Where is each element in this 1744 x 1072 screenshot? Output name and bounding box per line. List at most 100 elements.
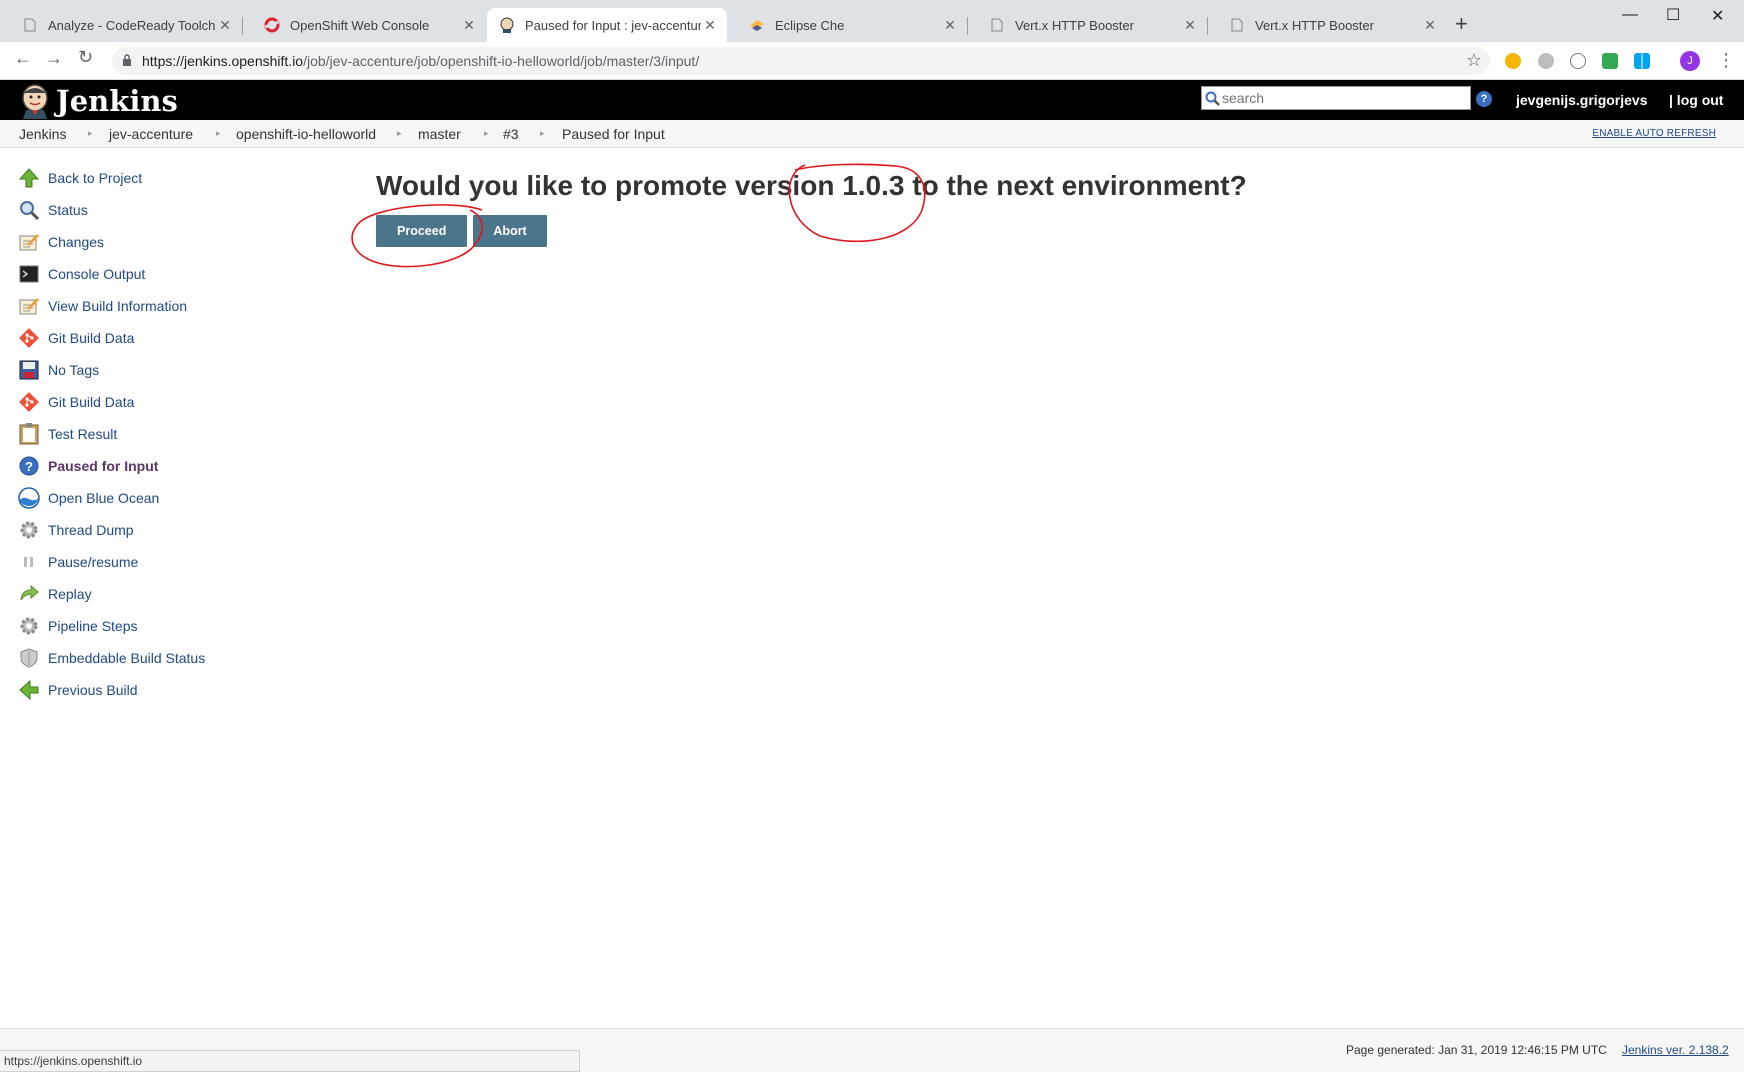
bookmark-star-icon[interactable]: ☆: [1466, 50, 1482, 71]
task-label: Git Build Data: [48, 330, 135, 346]
chevron-right-icon: ▸: [88, 128, 93, 138]
task-label: Pipeline Steps: [48, 618, 138, 634]
notepad-icon: [18, 231, 40, 253]
close-tab-icon[interactable]: ✕: [701, 17, 719, 34]
task-label: Paused for Input: [48, 458, 159, 474]
browser-tab[interactable]: Vert.x HTTP Booster ✕: [967, 8, 1208, 42]
task-git-build-data-2[interactable]: Git Build Data: [18, 386, 298, 418]
task-replay[interactable]: Replay: [18, 578, 298, 610]
extension-circle-icon[interactable]: [1538, 53, 1554, 69]
chevron-right-icon: ▸: [484, 128, 489, 138]
maximize-icon[interactable]: ☐: [1666, 5, 1680, 25]
task-label: Pause/resume: [48, 554, 139, 570]
replay-arrow-icon: [18, 583, 40, 605]
close-tab-icon[interactable]: ✕: [216, 17, 234, 34]
arrow-left-icon: [18, 679, 40, 701]
task-label: Previous Build: [48, 682, 138, 698]
task-view-build-information[interactable]: View Build Information: [18, 290, 298, 322]
extension-v-icon[interactable]: [1570, 53, 1586, 69]
tab-title: Eclipse Che: [775, 17, 845, 33]
breadcrumb-item-current[interactable]: Paused for Input: [562, 126, 665, 142]
new-tab-button[interactable]: +: [1455, 13, 1468, 35]
browser-tab[interactable]: Vert.x HTTP Booster ✕: [1207, 8, 1447, 42]
close-tab-icon[interactable]: ✕: [1421, 17, 1439, 34]
task-embeddable-build-status[interactable]: Embeddable Build Status: [18, 642, 298, 674]
link-status-bubble: https://jenkins.openshift.io: [0, 1050, 580, 1072]
task-previous-build[interactable]: Previous Build: [18, 674, 298, 706]
shield-icon: [18, 647, 40, 669]
close-tab-icon[interactable]: ✕: [941, 17, 959, 34]
task-changes[interactable]: Changes: [18, 226, 298, 258]
extension-lock-icon[interactable]: [1602, 53, 1618, 69]
breadcrumb-item[interactable]: jev-accenture: [109, 126, 193, 142]
breadcrumb-item[interactable]: master: [418, 126, 461, 142]
close-tab-icon[interactable]: ✕: [1181, 17, 1199, 34]
browser-tab[interactable]: Eclipse Che ✕: [727, 8, 968, 42]
task-git-build-data[interactable]: Git Build Data: [18, 322, 298, 354]
jenkins-logo-icon[interactable]: [18, 83, 52, 119]
document-icon: [1229, 17, 1245, 33]
reload-icon[interactable]: ↻: [78, 47, 93, 68]
magnifier-icon: [18, 199, 40, 221]
tab-title: Analyze - CodeReady Toolchain: [48, 17, 216, 33]
address-bar[interactable]: https://jenkins.openshift.io/job/jev-acc…: [112, 47, 1490, 75]
jenkins-header: Jenkins ? jevgenijs.grigorjevs | log out: [0, 80, 1744, 120]
task-pause-resume[interactable]: Pause/resume: [18, 546, 298, 578]
user-link[interactable]: jevgenijs.grigorjevs: [1516, 92, 1648, 108]
clipboard-icon: [18, 423, 40, 445]
browser-tab[interactable]: Analyze - CodeReady Toolchain ✕: [0, 8, 243, 42]
forward-arrow-icon[interactable]: →: [45, 48, 63, 69]
arrow-up-icon: [18, 167, 40, 189]
search-input[interactable]: [1222, 89, 1462, 107]
enable-auto-refresh-link[interactable]: ENABLE AUTO REFRESH: [1592, 128, 1716, 139]
abort-button[interactable]: Abort: [473, 215, 547, 247]
floppy-icon: [18, 359, 40, 381]
profile-avatar[interactable]: J: [1680, 51, 1700, 71]
task-label: Replay: [48, 586, 92, 602]
terminal-icon: [18, 263, 40, 285]
che-icon: [749, 17, 765, 33]
task-thread-dump[interactable]: Thread Dump: [18, 514, 298, 546]
browser-menu-icon[interactable]: ⋮: [1717, 50, 1735, 71]
help-icon: ?: [18, 455, 40, 477]
jenkins-version-link[interactable]: Jenkins ver. 2.138.2: [1622, 1043, 1729, 1057]
breadcrumb-item[interactable]: openshift-io-helloworld: [236, 126, 376, 142]
task-label: Thread Dump: [48, 522, 134, 538]
task-label: Back to Project: [48, 170, 143, 186]
task-pipeline-steps[interactable]: Pipeline Steps: [18, 610, 298, 642]
chevron-right-icon: ▸: [540, 128, 545, 138]
task-back-to-project[interactable]: Back to Project: [18, 162, 298, 194]
breadcrumb-item[interactable]: Jenkins: [19, 126, 66, 142]
task-test-result[interactable]: Test Result: [18, 418, 298, 450]
pause-icon: [18, 551, 40, 573]
proceed-button[interactable]: Proceed: [376, 215, 468, 247]
task-status[interactable]: Status: [18, 194, 298, 226]
browser-tab-active[interactable]: Paused for Input : jev-accenture/ ✕: [487, 8, 727, 42]
page-generated-text: Page generated: Jan 31, 2019 12:46:15 PM…: [1346, 1043, 1607, 1057]
minimize-icon[interactable]: —: [1622, 6, 1638, 24]
task-console-output[interactable]: Console Output: [18, 258, 298, 290]
task-no-tags[interactable]: No Tags: [18, 354, 298, 386]
task-open-blue-ocean[interactable]: Open Blue Ocean: [18, 482, 298, 514]
back-arrow-icon[interactable]: ←: [14, 48, 32, 69]
close-window-icon[interactable]: ✕: [1711, 6, 1724, 26]
help-icon[interactable]: ?: [1476, 91, 1492, 107]
logout-link[interactable]: | log out: [1669, 92, 1723, 108]
tab-title: OpenShift Web Console: [290, 17, 430, 33]
close-tab-icon[interactable]: ✕: [460, 17, 478, 34]
openshift-icon: [264, 17, 280, 33]
jenkins-icon: [499, 17, 515, 33]
extension-windows-icon[interactable]: [1634, 53, 1650, 69]
git-icon: [18, 391, 40, 413]
search-icon: [1205, 91, 1220, 106]
chevron-right-icon: ▸: [397, 128, 402, 138]
tab-title: Paused for Input : jev-accenture/: [525, 17, 701, 33]
breadcrumb-item[interactable]: #3: [503, 126, 519, 142]
extension-key-icon[interactable]: [1505, 53, 1521, 69]
browser-tab[interactable]: OpenShift Web Console ✕: [242, 8, 486, 42]
task-label: Status: [48, 202, 88, 218]
task-paused-for-input[interactable]: ? Paused for Input: [18, 450, 298, 482]
jenkins-brand[interactable]: Jenkins: [56, 84, 178, 118]
tab-title: Vert.x HTTP Booster: [1255, 17, 1374, 33]
svg-text:?: ?: [25, 459, 33, 474]
